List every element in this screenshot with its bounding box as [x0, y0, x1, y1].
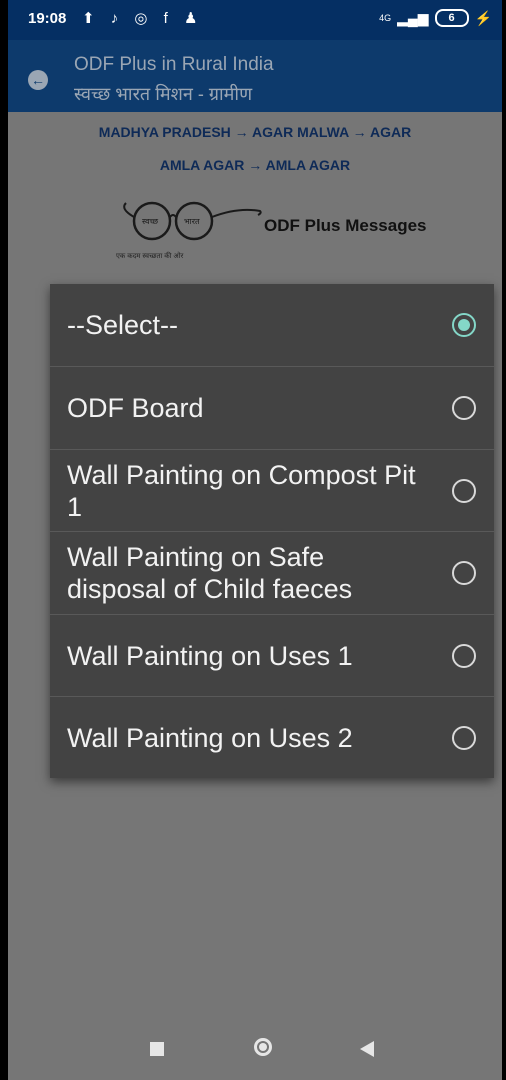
app-bar: ← ODF Plus in Rural India स्वच्छ भारत मि…	[8, 40, 502, 112]
logo-caption: एक कदम स्वच्छता की ओर	[116, 253, 184, 260]
option-label: Wall Painting on Uses 1	[67, 640, 353, 671]
odf-messages-label: ODF Plus Messages	[264, 216, 427, 235]
app-subtitle: स्वच्छ भारत मिशन - ग्रामीण	[74, 84, 253, 104]
breadcrumb-line-1: MADHYA PRADESH → AGAR MALWA → AGAR	[98, 124, 412, 140]
radio-selected-icon[interactable]	[452, 313, 476, 337]
battery-icon: 6	[434, 9, 469, 27]
option-label: --Select--	[67, 310, 179, 340]
breadcrumb-line-2: AMLA AGAR → AMLA AGAR	[159, 157, 351, 173]
network-label: 4G	[379, 13, 392, 23]
system-icons: 4G ▂▄▆ 6 ⚡	[379, 9, 492, 27]
app-title: ODF Plus in Rural India	[74, 54, 274, 75]
option-child-faeces[interactable]: Wall Painting on Safe disposal of Child …	[50, 531, 494, 613]
option-uses-2[interactable]: Wall Painting on Uses 2	[50, 696, 494, 778]
option-compost-pit[interactable]: Wall Painting on Compost Pit 1	[50, 449, 494, 531]
system-nav-bar	[8, 1020, 502, 1080]
radio-icon[interactable]	[452, 395, 476, 420]
radio-icon[interactable]	[452, 643, 476, 668]
charging-icon: ⚡	[474, 9, 492, 26]
option-uses-1[interactable]: Wall Painting on Uses 1	[50, 614, 494, 696]
radio-icon[interactable]	[452, 725, 476, 750]
option-odf-board[interactable]: ODF Board	[50, 366, 494, 448]
option-label: Wall Painting on Uses 2	[67, 722, 353, 753]
option-select[interactable]: --Select--	[50, 284, 494, 366]
option-label: Wall Painting on Compost Pit 1	[67, 459, 416, 522]
signal-icon: ▂▄▆	[397, 9, 429, 26]
select-dialog: --Select-- ODF Board Wall Painting on Co…	[50, 284, 494, 778]
back-triangle-icon[interactable]	[360, 1041, 374, 1057]
logo-left-word: स्वच्छ	[142, 217, 159, 226]
status-time: 19:08	[28, 10, 67, 27]
status-bar: 19:08 ⬆ ♪ ◎ f ♟ 4G ▂▄▆ 6 ⚡	[8, 0, 502, 40]
radio-icon[interactable]	[452, 560, 476, 585]
radio-icon[interactable]	[452, 478, 476, 503]
option-label: Wall Painting on Safe disposal of Child …	[67, 541, 353, 604]
back-arrow-icon[interactable]: ←	[28, 70, 48, 90]
notification-icons: ⬆ ♪ ◎ f ♟	[82, 10, 204, 27]
recents-square-icon[interactable]	[150, 1042, 164, 1056]
logo-right-word: भारत	[184, 217, 200, 226]
home-circle-icon[interactable]	[254, 1038, 272, 1056]
screen: 19:08 ⬆ ♪ ◎ f ♟ 4G ▂▄▆ 6 ⚡ ← ODF Plus in…	[8, 0, 502, 1080]
battery-level: 6	[448, 12, 455, 24]
option-label: ODF Board	[67, 392, 204, 423]
